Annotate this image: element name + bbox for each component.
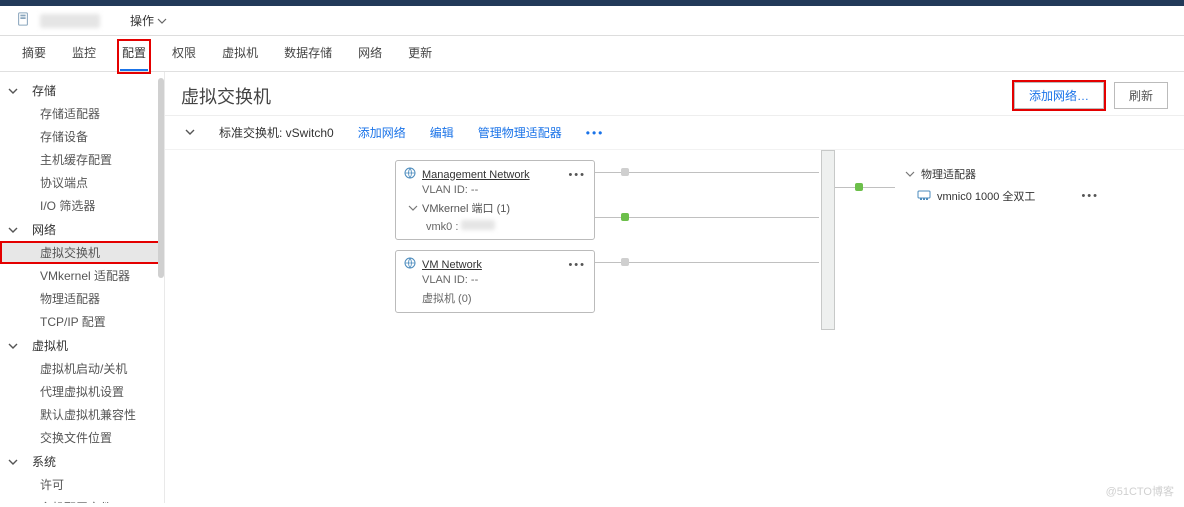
- physical-nic-label: vmnic0 1000 全双工: [937, 188, 1035, 204]
- main-header: 虚拟交换机 添加网络… 刷新: [165, 72, 1184, 116]
- portgroup-vlan: VLAN ID: --: [396, 274, 594, 288]
- vswitch-collapse-toggle[interactable]: [185, 126, 195, 140]
- portgroup-vm-network: VM Network ••• VLAN ID: -- 虚拟机 (0): [395, 250, 595, 313]
- sidebar-item-storage-devices[interactable]: 存储设备: [0, 125, 164, 148]
- tab-networks[interactable]: 网络: [356, 42, 384, 71]
- vswitch-row: 标准交换机: vSwitch0 添加网络 编辑 管理物理适配器 •••: [165, 116, 1184, 150]
- portgroup-expand-vmk[interactable]: VMkernel 端口 (1): [396, 198, 594, 218]
- chevron-down-icon: [408, 203, 418, 213]
- chevron-down-icon: [185, 127, 195, 137]
- topology-diagram: Management Network ••• VLAN ID: -- VMker…: [165, 150, 1184, 503]
- topology-connector: [629, 172, 819, 173]
- nic-icon: [917, 189, 931, 204]
- scrollbar-handle[interactable]: [158, 78, 164, 278]
- actions-menu[interactable]: 操作: [130, 12, 167, 29]
- vswitch-more-menu[interactable]: •••: [586, 126, 605, 140]
- sidebar-item-host-profile[interactable]: 主机配置文件: [0, 496, 164, 503]
- sidebar-item-virtual-switches[interactable]: 虚拟交换机: [0, 241, 164, 264]
- chevron-down-icon: [905, 169, 915, 179]
- vswitch-manage-physical-link[interactable]: 管理物理适配器: [478, 124, 562, 141]
- portgroup-title[interactable]: Management Network: [422, 169, 530, 181]
- vswitch-body-icon: [821, 150, 835, 330]
- sidebar-item-agent-vm[interactable]: 代理虚拟机设置: [0, 380, 164, 403]
- chevron-down-icon: [157, 16, 167, 26]
- physical-nic-row[interactable]: vmnic0 1000 全双工 •••: [897, 186, 1107, 208]
- vswitch-topology-column: [799, 150, 857, 330]
- sidebar-group-storage[interactable]: 存储: [0, 78, 164, 102]
- sidebar-group-label: 虚拟机: [32, 337, 68, 354]
- main-pane: 虚拟交换机 添加网络… 刷新 标准交换机: vSwitch0 添加网络 编辑 管…: [165, 72, 1184, 503]
- chevron-down-icon: [8, 225, 18, 235]
- tab-permissions[interactable]: 权限: [170, 42, 198, 71]
- sidebar-group-network[interactable]: 网络: [0, 217, 164, 241]
- topology-connector: [629, 217, 819, 218]
- host-icon: [16, 12, 30, 29]
- sidebar-group-vm[interactable]: 虚拟机: [0, 333, 164, 357]
- topology-connector: [595, 262, 623, 263]
- sidebar-item-io-filters[interactable]: I/O 筛选器: [0, 194, 164, 217]
- tab-monitor[interactable]: 监控: [70, 42, 98, 71]
- sidebar-item-physical-adapters[interactable]: 物理适配器: [0, 287, 164, 310]
- portgroup-more-menu[interactable]: •••: [568, 259, 586, 271]
- portgroup-icon: [404, 257, 416, 272]
- actions-menu-label: 操作: [130, 12, 154, 29]
- sidebar-item-swap-location[interactable]: 交换文件位置: [0, 426, 164, 449]
- refresh-button[interactable]: 刷新: [1114, 82, 1168, 109]
- portgroup-title[interactable]: VM Network: [422, 259, 482, 271]
- sidebar-item-protocol-endpoints[interactable]: 协议端点: [0, 171, 164, 194]
- tab-summary[interactable]: 摘要: [20, 42, 48, 71]
- portgroup-vm-count: 虚拟机 (0): [396, 288, 594, 312]
- watermark: @51CTO博客: [1106, 483, 1174, 499]
- topology-connector: [835, 187, 895, 188]
- topology-connector: [595, 217, 623, 218]
- tab-datastores[interactable]: 数据存储: [282, 42, 334, 71]
- title-bar: 操作: [0, 6, 1184, 36]
- physical-nic-more-menu[interactable]: •••: [1081, 190, 1099, 202]
- host-name-blurred: [40, 14, 100, 28]
- physical-adapter-box: 物理适配器 vmnic0 1000 全双工 •••: [897, 160, 1107, 208]
- topology-connector: [629, 262, 819, 263]
- portgroup-icon: [404, 167, 416, 182]
- tab-vms[interactable]: 虚拟机: [220, 42, 260, 71]
- vmk-row: vmk0 :: [396, 218, 594, 239]
- chevron-down-icon: [8, 457, 18, 467]
- sidebar-item-host-cache[interactable]: 主机缓存配置: [0, 148, 164, 171]
- topology-dot: [621, 168, 629, 176]
- sidebar-group-label: 网络: [32, 221, 56, 238]
- vswitch-edit-link[interactable]: 编辑: [430, 124, 454, 141]
- sidebar-group-system[interactable]: 系统: [0, 449, 164, 473]
- chevron-down-icon: [8, 86, 18, 96]
- config-sidebar: 存储 存储适配器 存储设备 主机缓存配置 协议端点 I/O 筛选器 网络 虚拟交…: [0, 72, 165, 503]
- sidebar-item-tcpip-config[interactable]: TCP/IP 配置: [0, 310, 164, 333]
- content-area: 存储 存储适配器 存储设备 主机缓存配置 协议端点 I/O 筛选器 网络 虚拟交…: [0, 72, 1184, 503]
- vswitch-add-network-link[interactable]: 添加网络: [358, 124, 406, 141]
- sidebar-item-licensing[interactable]: 许可: [0, 473, 164, 496]
- tab-bar: 摘要 监控 配置 权限 虚拟机 数据存储 网络 更新: [0, 36, 1184, 72]
- sidebar-group-label: 存储: [32, 82, 56, 99]
- tab-configure[interactable]: 配置: [120, 42, 148, 71]
- topology-connector: [595, 172, 623, 173]
- chevron-down-icon: [8, 341, 18, 351]
- portgroup-more-menu[interactable]: •••: [568, 169, 586, 181]
- vmk-ip-blurred: [461, 220, 495, 230]
- sidebar-item-storage-adapters[interactable]: 存储适配器: [0, 102, 164, 125]
- sidebar-item-default-compat[interactable]: 默认虚拟机兼容性: [0, 403, 164, 426]
- physical-adapter-header: 物理适配器: [921, 166, 976, 182]
- topology-dot-active: [855, 183, 863, 191]
- topology-dot-active: [621, 213, 629, 221]
- sidebar-item-vmkernel-adapters[interactable]: VMkernel 适配器: [0, 264, 164, 287]
- sidebar-item-vm-startup[interactable]: 虚拟机启动/关机: [0, 357, 164, 380]
- sidebar-group-label: 系统: [32, 453, 56, 470]
- page-title: 虚拟交换机: [181, 83, 271, 109]
- vswitch-name: 标准交换机: vSwitch0: [219, 124, 334, 141]
- portgroup-vlan: VLAN ID: --: [396, 184, 594, 198]
- topology-dot: [621, 258, 629, 266]
- tab-updates[interactable]: 更新: [406, 42, 434, 71]
- portgroup-management-network: Management Network ••• VLAN ID: -- VMker…: [395, 160, 595, 240]
- add-network-button[interactable]: 添加网络…: [1014, 82, 1104, 109]
